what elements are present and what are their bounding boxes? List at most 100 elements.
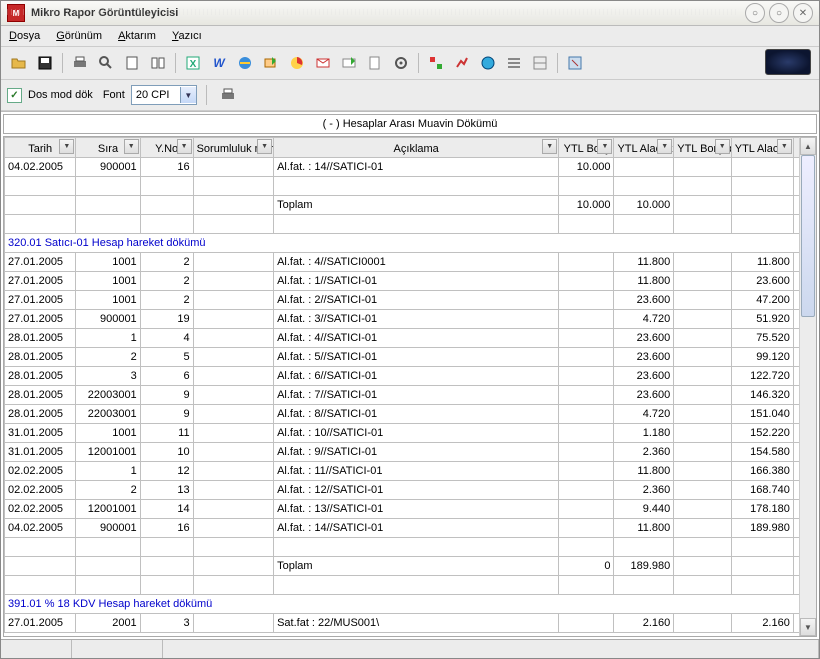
table-row[interactable] [5, 177, 810, 196]
cell[interactable] [274, 215, 559, 234]
cell[interactable]: Al.fat. : 4//SATICI0001 [274, 253, 559, 272]
cell[interactable]: 12001001 [76, 443, 140, 462]
cell[interactable]: 2 [76, 348, 140, 367]
cell[interactable]: 1 [76, 462, 140, 481]
cell[interactable]: 4.720 [614, 310, 674, 329]
cell[interactable]: 5 [140, 348, 193, 367]
cell[interactable] [674, 557, 732, 576]
col-tarih[interactable]: Tarih▼ [5, 138, 76, 158]
cell[interactable]: 900001 [76, 519, 140, 538]
col-borc-bakiye[interactable]: YTL Borç bakiye▼ [674, 138, 732, 158]
cell[interactable]: 23.600 [614, 367, 674, 386]
cell[interactable] [193, 443, 274, 462]
cell[interactable] [674, 462, 732, 481]
cell[interactable] [674, 576, 732, 595]
table-row[interactable]: 28.01.2005220030019Al.fat. : 8//SATICI-0… [5, 405, 810, 424]
filter-icon[interactable]: ▼ [542, 139, 557, 154]
cell[interactable]: 900001 [76, 158, 140, 177]
cell[interactable] [193, 215, 274, 234]
cell[interactable]: 13 [140, 481, 193, 500]
table-row[interactable]: 27.01.200510012Al.fat. : 1//SATICI-0111.… [5, 272, 810, 291]
menu-printer[interactable]: Yazıcı [172, 30, 202, 42]
cell[interactable]: 11.800 [614, 272, 674, 291]
section-row[interactable]: 320.01 Satıcı-01 Hesap hareket dökümü [5, 234, 810, 253]
cell[interactable] [731, 215, 793, 234]
cell[interactable] [193, 291, 274, 310]
cell[interactable] [559, 329, 614, 348]
export-icon[interactable] [259, 51, 283, 75]
cell[interactable] [559, 443, 614, 462]
cell[interactable] [559, 405, 614, 424]
table-row[interactable]: 31.01.2005100111Al.fat. : 10//SATICI-011… [5, 424, 810, 443]
cell[interactable]: 11.800 [614, 519, 674, 538]
cell[interactable]: Al.fat. : 5//SATICI-01 [274, 348, 559, 367]
cell[interactable]: 11.800 [731, 253, 793, 272]
cell[interactable]: 22003001 [76, 386, 140, 405]
table-row[interactable]: 02.02.2005112Al.fat. : 11//SATICI-0111.8… [5, 462, 810, 481]
cell[interactable]: Al.fat. : 14//SATICI-01 [274, 158, 559, 177]
cell[interactable]: 31.01.2005 [5, 424, 76, 443]
cell[interactable]: 2.160 [731, 614, 793, 633]
cell[interactable]: 10.000 [559, 158, 614, 177]
cell[interactable]: 99.120 [731, 348, 793, 367]
cell[interactable] [674, 405, 732, 424]
cell[interactable]: 1 [76, 329, 140, 348]
cell[interactable]: 23.600 [614, 386, 674, 405]
cell[interactable] [614, 538, 674, 557]
table-row[interactable]: 02.02.20051200100114Al.fat. : 13//SATICI… [5, 500, 810, 519]
tool1-icon[interactable] [424, 51, 448, 75]
cell[interactable]: 02.02.2005 [5, 500, 76, 519]
cell[interactable]: 1001 [76, 424, 140, 443]
cell[interactable]: 23.600 [731, 272, 793, 291]
cell[interactable]: 2.160 [614, 614, 674, 633]
cell[interactable]: Al.fat. : 1//SATICI-01 [274, 272, 559, 291]
cell[interactable]: 02.02.2005 [5, 462, 76, 481]
cell[interactable] [674, 196, 732, 215]
cell[interactable] [5, 538, 76, 557]
cell[interactable] [274, 576, 559, 595]
maximize-button[interactable]: ○ [769, 3, 789, 23]
cell[interactable]: 9.440 [614, 500, 674, 519]
cell[interactable]: 10.000 [614, 196, 674, 215]
cell[interactable] [674, 329, 732, 348]
cell[interactable] [274, 177, 559, 196]
cell[interactable]: 47.200 [731, 291, 793, 310]
cell[interactable]: 51.920 [731, 310, 793, 329]
filter-icon[interactable]: ▼ [257, 139, 272, 154]
mail-icon[interactable] [311, 51, 335, 75]
cell[interactable]: 28.01.2005 [5, 367, 76, 386]
cell[interactable]: 23.600 [614, 329, 674, 348]
cell[interactable] [193, 481, 274, 500]
col-aciklama[interactable]: Açıklama▼ [274, 138, 559, 158]
cell[interactable]: 19 [140, 310, 193, 329]
cell[interactable]: 1.180 [614, 424, 674, 443]
cell[interactable]: Al.fat. : 11//SATICI-01 [274, 462, 559, 481]
table-row[interactable]: 31.01.20051200100110Al.fat. : 9//SATICI-… [5, 443, 810, 462]
cell[interactable] [674, 519, 732, 538]
cell[interactable]: 4.720 [614, 405, 674, 424]
cell[interactable]: 12 [140, 462, 193, 481]
tool2-icon[interactable] [450, 51, 474, 75]
table-row[interactable]: 28.01.2005220030019Al.fat. : 7//SATICI-0… [5, 386, 810, 405]
cell[interactable]: 2001 [76, 614, 140, 633]
cell[interactable] [731, 557, 793, 576]
total-row[interactable]: Toplam0189.980 [5, 557, 810, 576]
cell[interactable] [193, 500, 274, 519]
cell[interactable] [674, 272, 732, 291]
cell[interactable] [674, 481, 732, 500]
cell[interactable]: 146.320 [731, 386, 793, 405]
minimize-button[interactable]: ○ [745, 3, 765, 23]
cell[interactable]: Toplam [274, 196, 559, 215]
table-row[interactable] [5, 215, 810, 234]
section-row[interactable]: 391.01 % 18 KDV Hesap hareket dökümü [5, 595, 810, 614]
cell[interactable] [193, 405, 274, 424]
cell[interactable] [674, 538, 732, 557]
col-yno[interactable]: Y.No▼ [140, 138, 193, 158]
tool6-icon[interactable] [563, 51, 587, 75]
cell[interactable] [140, 215, 193, 234]
cell[interactable]: Al.fat. : 14//SATICI-01 [274, 519, 559, 538]
cell[interactable] [559, 614, 614, 633]
cell[interactable]: 2 [140, 272, 193, 291]
cell[interactable] [193, 538, 274, 557]
cell[interactable]: Toplam [274, 557, 559, 576]
